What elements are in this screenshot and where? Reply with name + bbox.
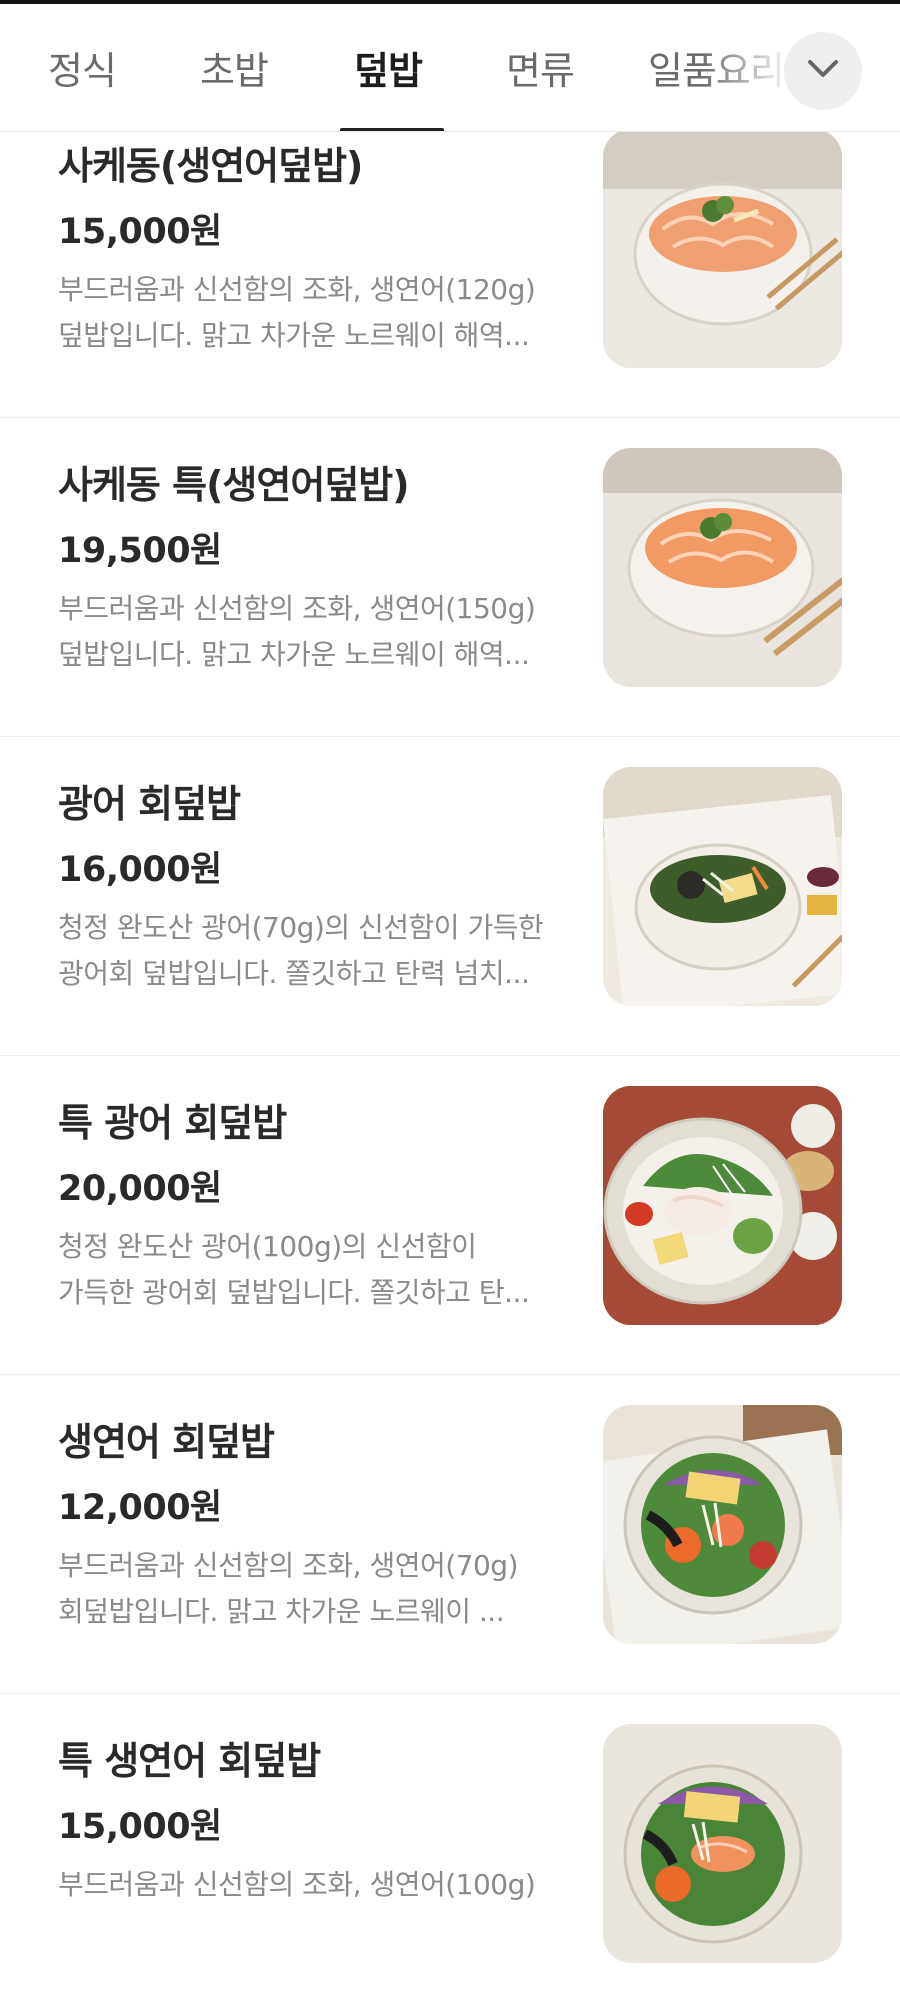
menu-item-price: 15,000원	[58, 212, 222, 252]
menu-item[interactable]: 광어 회덮밥 16,000원 청정 완도산 광어(70g)의 신선함이 가득한 …	[0, 737, 900, 1056]
menu-item-price: 16,000원	[58, 850, 222, 890]
menu-item-description-line: 회덮밥입니다. 맑고 차가운 노르웨이 ...	[58, 1595, 505, 1628]
menu-item[interactable]: 특 생연어 회덮밥 15,000원 부드러움과 신선함의 조화, 생연어(100…	[0, 1694, 900, 2013]
chevron-down-icon	[806, 59, 840, 83]
active-tab-indicator	[340, 128, 444, 131]
menu-item-description-line: 가득한 광어회 덮밥입니다. 쫄깃하고 탄...	[58, 1276, 530, 1309]
menu-item-photo	[603, 1405, 842, 1644]
menu-item-name: 사케동 특(생연어덮밥)	[58, 463, 410, 507]
menu-item-description: 부드러움과 신선함의 조화, 생연어(120g) 덮밥입니다. 맑고 차가운 노…	[58, 267, 568, 359]
menu-item-description-line: 청정 완도산 광어(100g)의 신선함이	[58, 1230, 477, 1263]
menu-item-photo	[603, 1086, 842, 1325]
menu-item-description-line: 부드러움과 신선함의 조화, 생연어(150g)	[58, 592, 536, 625]
menu-item-description: 부드러움과 신선함의 조화, 생연어(70g) 회덮밥입니다. 맑고 차가운 노…	[58, 1543, 568, 1635]
menu-item-photo	[603, 1724, 842, 1963]
menu-item[interactable]: 사케동(생연어덮밥) 15,000원 부드러움과 신선함의 조화, 생연어(12…	[0, 99, 900, 418]
menu-item-name: 특 생연어 회덮밥	[58, 1739, 321, 1783]
menu-item-photo	[603, 767, 842, 1006]
menu-item-name: 사케동(생연어덮밥)	[58, 144, 363, 188]
expand-categories-button[interactable]	[784, 32, 862, 110]
category-tab-bar[interactable]: 정식 초밥 덮밥 면류 일품요리	[0, 4, 900, 132]
tab-jeongsik[interactable]: 정식	[48, 40, 117, 95]
menu-item-name: 광어 회덮밥	[58, 782, 241, 826]
menu-item-description-line: 부드러움과 신선함의 조화, 생연어(70g)	[58, 1549, 519, 1582]
menu-item[interactable]: 생연어 회덮밥 12,000원 부드러움과 신선함의 조화, 생연어(70g) …	[0, 1375, 900, 1694]
tab-deopbap[interactable]: 덮밥	[354, 40, 423, 95]
tab-chobap[interactable]: 초밥	[200, 40, 269, 95]
menu-item-description: 청정 완도산 광어(100g)의 신선함이 가득한 광어회 덮밥입니다. 쫄깃하…	[58, 1224, 568, 1316]
menu-item-description-line: 덮밥입니다. 맑고 차가운 노르웨이 해역...	[58, 638, 530, 671]
menu-item-name: 특 광어 회덮밥	[58, 1101, 287, 1145]
menu-item-price: 20,000원	[58, 1169, 222, 1209]
menu-item-description: 부드러움과 신선함의 조화, 생연어(150g) 덮밥입니다. 맑고 차가운 노…	[58, 586, 568, 678]
menu-item[interactable]: 사케동 특(생연어덮밥) 19,500원 부드러움과 신선함의 조화, 생연어(…	[0, 418, 900, 737]
menu-item-price: 12,000원	[58, 1488, 222, 1528]
menu-list[interactable]: 사케동(생연어덮밥) 15,000원 부드러움과 신선함의 조화, 생연어(12…	[0, 0, 900, 1963]
menu-item-price: 15,000원	[58, 1807, 222, 1847]
menu-item-description-line: 청정 완도산 광어(70g)의 신선함이 가득한	[58, 911, 544, 944]
menu-item-photo	[603, 448, 842, 687]
menu-item[interactable]: 특 광어 회덮밥 20,000원 청정 완도산 광어(100g)의 신선함이 가…	[0, 1056, 900, 1375]
menu-item-photo	[603, 129, 842, 368]
menu-item-description-line: 광어회 덮밥입니다. 쫄깃하고 탄력 넘치...	[58, 957, 530, 990]
tab-myeonryu[interactable]: 면류	[506, 40, 575, 95]
menu-item-name: 생연어 회덮밥	[58, 1420, 275, 1464]
menu-item-description-line: 부드러움과 신선함의 조화, 생연어(120g)	[58, 273, 536, 306]
menu-item-description: 청정 완도산 광어(70g)의 신선함이 가득한 광어회 덮밥입니다. 쫄깃하고…	[58, 905, 568, 997]
menu-item-description-line: 부드러움과 신선함의 조화, 생연어(100g)	[58, 1868, 536, 1901]
menu-item-price: 19,500원	[58, 531, 222, 571]
menu-item-description: 부드러움과 신선함의 조화, 생연어(100g)	[58, 1862, 568, 1908]
menu-item-description-line: 덮밥입니다. 맑고 차가운 노르웨이 해역...	[58, 319, 530, 352]
